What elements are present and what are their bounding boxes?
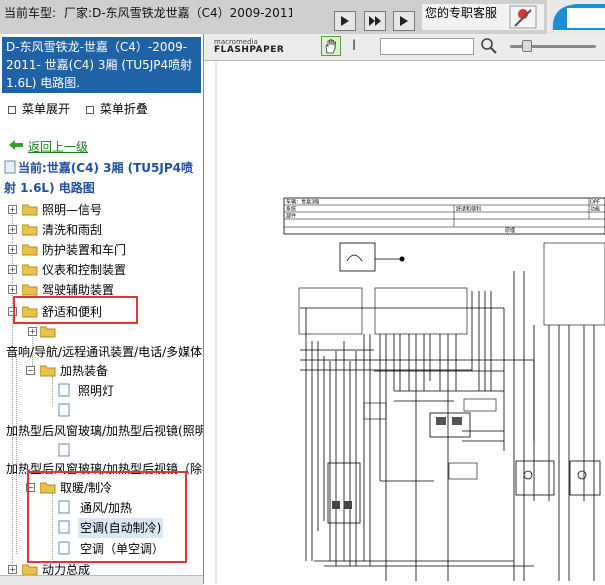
hand-tool-button[interactable] <box>321 36 341 56</box>
customer-service-text: 您的专职客服 <box>425 6 498 20</box>
expand-node-icon[interactable]: + <box>8 285 17 294</box>
hand-icon <box>325 38 336 54</box>
top-bar: 当前车型: 厂家:D-东风雪铁龙世嘉（C4）2009-2011 您的专职客服 <box>0 0 605 34</box>
folder-icon <box>22 244 38 256</box>
flashpaper-logo: macromedia FLASHPAPER <box>214 38 285 55</box>
tree-line <box>16 354 17 554</box>
brand-logo <box>547 0 605 34</box>
tree-category-label: 照明—信号 <box>42 203 103 217</box>
wiring-diagram-viewer[interactable]: 车辆：世嘉3厢 系统 部件 舒适和便利 原理 OPF 功能 <box>204 61 605 584</box>
tree-category[interactable]: + 照明—信号 <box>0 200 200 220</box>
expand-node-icon[interactable]: + <box>8 265 17 274</box>
play-icon <box>400 16 408 26</box>
diagram-system-label: 系统 <box>286 206 296 213</box>
tree-item-label: 音响/导航/远程通讯装置/电话/多媒体 <box>6 345 203 359</box>
back-arrow-icon <box>9 140 23 150</box>
vehicle-label-value: 厂家:D-东风雪铁龙世嘉（C4）2009-2011 <box>64 6 292 20</box>
text-cursor-icon: I <box>352 38 357 54</box>
collapse-icon <box>85 105 94 114</box>
document-icon <box>4 160 16 174</box>
tree-category[interactable]: + 防护装置和车门 <box>0 240 200 260</box>
left-panel: D-东风雪铁龙-世嘉（C4）-2009-2011- 世嘉(C4) 3厢 (TU5… <box>0 34 204 585</box>
collapse-node-icon[interactable]: − <box>26 366 35 375</box>
vehicle-label-key: 当前车型: <box>4 6 57 20</box>
expand-icon <box>8 105 16 114</box>
tree-item-doc[interactable] <box>54 401 74 421</box>
tree-category-label: 仪表和控制装置 <box>42 263 127 277</box>
diagram-section-label: 原理 <box>505 228 515 234</box>
document-icon <box>58 403 70 417</box>
expand-menu-button[interactable]: 菜单展开 <box>22 102 70 116</box>
search-input[interactable] <box>380 38 474 55</box>
document-icon <box>58 443 70 457</box>
brand-bottom: FLASHPAPER <box>214 45 285 55</box>
tree-item-doc[interactable] <box>54 441 74 461</box>
tree-category-label: 清洗和雨刮 <box>42 223 103 237</box>
collapse-menu-button[interactable]: 菜单折叠 <box>100 102 148 116</box>
folder-icon <box>22 204 38 216</box>
tree-item-heating-lamp[interactable]: 照明灯 <box>54 381 194 401</box>
current-vehicle-label: 当前车型: 厂家:D-东风雪铁龙世嘉（C4）2009-2011 <box>4 6 292 34</box>
tree-item-audio[interactable]: 音响/导航/远程通讯装置/电话/多媒体 <box>6 342 203 362</box>
diagram-right-label: OPF <box>590 200 600 206</box>
tree-category[interactable]: + 仪表和控制装置 <box>0 260 200 280</box>
tree-category-label: 防护装置和车门 <box>42 243 127 257</box>
folder-icon <box>40 365 56 377</box>
diagram-vehicle-label: 车辆：世嘉3厢 <box>286 199 319 206</box>
service-icon[interactable] <box>509 4 537 30</box>
tree-item-heating[interactable]: − 加热装备 <box>24 361 194 381</box>
viewer-toolbar: macromedia FLASHPAPER I <box>204 34 605 61</box>
menu-toggle-row: 菜单展开 菜单折叠 <box>8 100 148 117</box>
diagram-right-label2: 功能 <box>590 206 600 213</box>
folder-icon <box>22 284 38 296</box>
highlight-box <box>13 296 138 324</box>
first-page-icon <box>341 16 349 26</box>
next-page-button[interactable] <box>364 11 386 31</box>
tree-item-label: 加热型后风窗玻璃/加热型后视镜(照明灯) <box>6 424 203 438</box>
page-title: D-东风雪铁龙-世嘉（C4）-2009-2011- 世嘉(C4) 3厢 (TU5… <box>2 37 201 93</box>
expand-node-icon[interactable]: + <box>28 327 37 336</box>
zoom-slider-thumb[interactable] <box>522 40 532 52</box>
diagram-function-label: 舒适和便利 <box>456 206 481 213</box>
tree-item-rear-window-lamp[interactable]: 加热型后风窗玻璃/加热型后视镜(照明灯) <box>6 421 203 441</box>
tree-subnode[interactable]: + <box>24 322 64 342</box>
tree-item-label: 加热装备 <box>60 364 109 378</box>
diagram-part-label: 部件 <box>286 213 296 220</box>
expand-node-icon[interactable]: + <box>8 225 17 234</box>
folder-icon <box>40 326 56 338</box>
current-location: 当前:世嘉(C4) 3厢 (TU5JP4喷射 1.6L) 电路图 <box>4 158 200 198</box>
back-link[interactable]: 返回上一级 <box>8 138 88 155</box>
back-link-label: 返回上一级 <box>28 140 89 154</box>
text-select-tool[interactable]: I <box>352 38 356 54</box>
folder-icon <box>22 264 38 276</box>
folder-icon <box>22 224 38 236</box>
expand-node-icon[interactable]: + <box>8 245 17 254</box>
wiring-diagram: 车辆：世嘉3厢 系统 部件 舒适和便利 原理 OPF 功能 <box>215 61 605 584</box>
current-location-label: 当前:世嘉(C4) 3厢 (TU5JP4喷射 1.6L) 电路图 <box>4 161 194 195</box>
magnifier-icon[interactable] <box>480 37 498 55</box>
tree-category[interactable]: + 清洗和雨刮 <box>0 220 200 240</box>
last-page-button[interactable] <box>393 11 415 31</box>
expand-node-icon[interactable]: + <box>8 205 17 214</box>
double-arrow-icon <box>369 16 381 26</box>
document-icon <box>58 383 70 397</box>
tree-item-label: 照明灯 <box>78 384 115 398</box>
first-page-button[interactable] <box>334 11 356 31</box>
highlight-box <box>27 471 187 563</box>
expand-node-icon[interactable]: + <box>8 565 17 574</box>
